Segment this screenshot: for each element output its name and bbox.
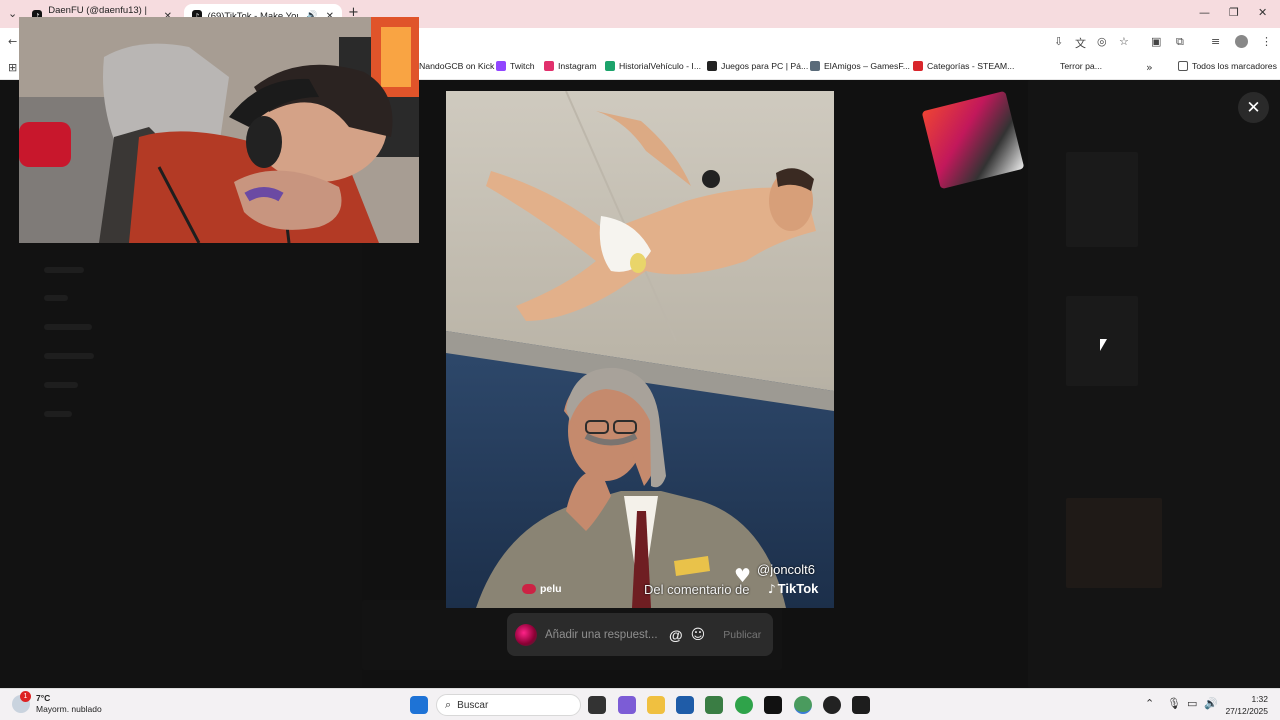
taskbar-search[interactable]: ⌕ Buscar [436, 694, 581, 716]
weather-widget[interactable]: 1 7°C Mayorm. nublado [12, 691, 102, 715]
sidebar-item-dimmed [44, 411, 72, 417]
cloud-icon: 1 [12, 691, 31, 713]
all-bookmarks-label: Todos los marcadores [1192, 61, 1277, 71]
chevron-right-icon[interactable]: » [1146, 61, 1153, 74]
clock-time: 1:32 [1251, 694, 1268, 704]
media-control-icon[interactable]: ≡ [1211, 35, 1220, 48]
tab-search-icon[interactable]: ⌄ [8, 7, 17, 20]
bookmark-label: Juegos para PC | Pá... [721, 61, 809, 71]
system-clock[interactable]: 1:32 27/12/2025 [1225, 693, 1268, 717]
mouse-cursor-icon [1100, 339, 1107, 351]
copilot-icon[interactable] [618, 696, 636, 714]
close-overlay-button[interactable]: ✕ [1238, 92, 1269, 123]
windows-taskbar: 1 7°C Mayorm. nublado ⌕ Buscar ⌃ 🎙 ▭ 🔊 1… [0, 688, 1280, 720]
webcam-image [19, 17, 419, 243]
reply-input[interactable]: Añadir una respuest... [545, 629, 661, 641]
thumb-dimmed [1066, 498, 1162, 588]
back-icon[interactable]: ← [8, 35, 17, 48]
gamepad-icon [810, 61, 820, 71]
bookmark-label: ElAmigos – GamesF... [824, 61, 910, 71]
bookmark-label: HistorialVehículo - I... [619, 61, 702, 71]
emoji-icon[interactable]: ☺ [691, 627, 706, 643]
thumb-dimmed [1066, 152, 1138, 247]
store-icon[interactable] [676, 696, 694, 714]
search-icon: ⌕ [445, 698, 452, 711]
eye-off-icon[interactable]: ◎ [1097, 35, 1107, 48]
watermark-brand: TikTok [777, 581, 819, 596]
sidebar-item-dimmed [44, 353, 94, 359]
twitch-icon [496, 61, 506, 71]
reply-box: Añadir una respuest... @ ☺ Publicar [507, 613, 773, 656]
weather-temp: 7°C [36, 693, 51, 703]
file-explorer-icon[interactable] [647, 696, 665, 714]
puzzle-icon[interactable]: ⧉ [1176, 35, 1184, 49]
star-icon[interactable]: ☆ [1119, 35, 1129, 48]
windows-start-icon[interactable] [410, 696, 428, 714]
notification-badge: 1 [20, 691, 31, 702]
apps-icon[interactable]: ⊞ [8, 61, 17, 74]
xbox-icon[interactable] [705, 696, 723, 714]
translate-icon[interactable]: 文 [1075, 35, 1086, 51]
video-player[interactable]: pelu Del comentario de ♥ @joncolt6 ♪ Tik… [446, 91, 834, 608]
bookmark-label: NandoGCB on Kick [419, 61, 495, 71]
network-icon[interactable]: ▭ [1187, 697, 1197, 710]
historial-icon [605, 61, 615, 71]
search-label: Buscar [457, 699, 489, 711]
chrome-icon[interactable] [735, 696, 753, 714]
obs-icon[interactable] [823, 696, 841, 714]
bookmark-kick[interactable]: NandoGCB on Kick [419, 61, 494, 71]
bookmark-instagram[interactable]: Instagram [544, 61, 597, 71]
avatar [515, 623, 537, 646]
mention-icon[interactable]: @ [669, 627, 683, 643]
window-close-icon[interactable]: ✕ [1258, 6, 1267, 19]
bookmark-elamigos[interactable]: ElAmigos – GamesF... [810, 61, 910, 71]
screen: { "browser": { "tabs": [ {"title": "Daen… [0, 0, 1280, 720]
microphone-icon[interactable]: 🎙 [1167, 697, 1181, 710]
tiktok-logo-icon: ♪ [768, 581, 776, 596]
juegos-icon [707, 61, 717, 71]
folder-icon [1178, 61, 1188, 71]
bookmark-juegos[interactable]: Juegos para PC | Pá... [707, 61, 808, 71]
bookmark-terror[interactable]: Terror pa... [1060, 61, 1102, 71]
bookmark-label: Categorías - STEAM... [927, 61, 1015, 71]
volume-icon[interactable]: 🔊 [1204, 697, 1218, 710]
restore-icon[interactable]: ❐ [1229, 6, 1239, 19]
chevron-up-icon[interactable]: ⌃ [1145, 697, 1154, 710]
all-bookmarks-folder[interactable]: Todos los marcadores [1178, 61, 1277, 71]
minimize-icon[interactable]: — [1199, 6, 1210, 19]
capcut-icon[interactable] [852, 696, 870, 714]
bookmark-label: Terror pa... [1060, 61, 1103, 71]
tiktok-watermark: ♪ TikTok [768, 581, 818, 596]
bookmark-historial[interactable]: HistorialVehículo - I... [605, 61, 701, 71]
sidebar-item-dimmed [44, 382, 78, 388]
bookmark-label: Instagram [558, 61, 597, 71]
weather-desc: Mayorm. nublado [36, 704, 102, 714]
install-app-icon[interactable]: ⇩ [1054, 35, 1063, 48]
bookmark-steam[interactable]: Categorías - STEAM... [913, 61, 1014, 71]
steam-icon [913, 61, 923, 71]
tiktok-app-icon[interactable] [764, 696, 782, 714]
publish-button[interactable]: Publicar [723, 629, 761, 641]
bookmark-label: Twitch [510, 61, 535, 71]
comment-user-tag: pelu [522, 583, 562, 595]
bookmark-twitch[interactable]: Twitch [496, 61, 535, 71]
sidebar-item-dimmed [44, 324, 92, 330]
instagram-icon [544, 61, 554, 71]
video-frame-image [446, 91, 834, 608]
heart-icon[interactable]: ♥ [734, 565, 751, 587]
extension-icon[interactable]: ▣ [1151, 35, 1161, 48]
chrome-active-icon[interactable] [794, 696, 812, 714]
webcam-overlay [19, 17, 419, 243]
sidebar-item-dimmed [44, 295, 68, 301]
task-view-icon[interactable] [588, 696, 606, 714]
watermark-handle: @joncolt6 [757, 562, 816, 577]
sidebar-item-dimmed [44, 267, 84, 273]
clock-date: 27/12/2025 [1225, 706, 1268, 716]
menu-icon[interactable]: ⋮ [1261, 35, 1272, 48]
comment-username: pelu [540, 583, 562, 595]
avatar [522, 584, 536, 594]
profile-avatar-icon[interactable] [1235, 35, 1248, 48]
